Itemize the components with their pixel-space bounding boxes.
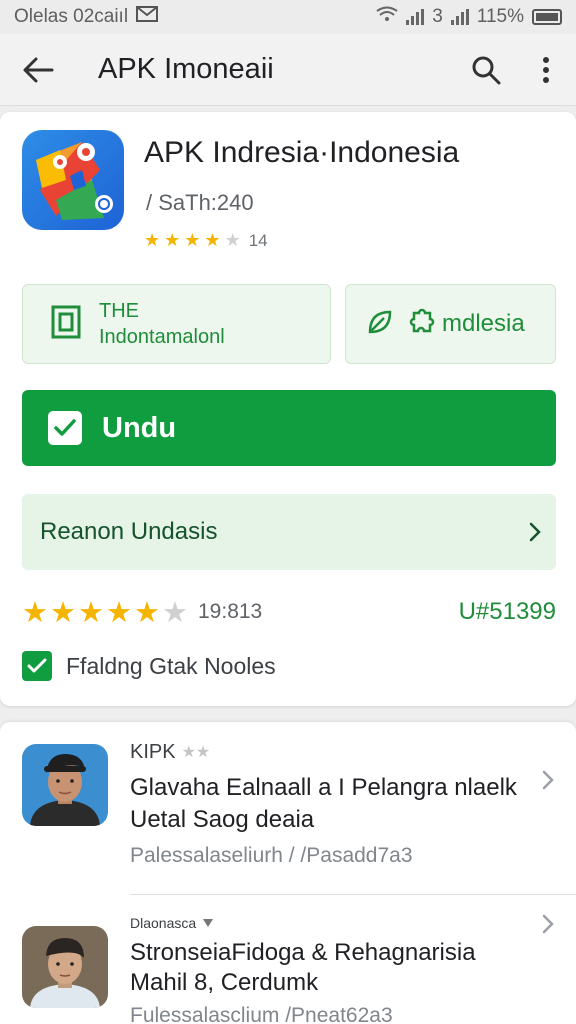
mail-icon: [136, 6, 159, 28]
checkbox-row[interactable]: Ffaldng Gtak Nooles: [22, 648, 276, 684]
signal-icon: [406, 9, 425, 25]
review-label: Reanon Undasis: [40, 518, 218, 545]
rating-row: ★ ★ ★ ★ ★ ★ 19:813 U#51399: [22, 592, 556, 632]
chevron-right-icon: [529, 522, 541, 542]
list-item-head-label: Dlaonasca: [130, 915, 197, 931]
puzzle-icon: [406, 307, 436, 342]
list-item-subtitle: Palessalaseliurh / /Pasadd7a3: [130, 844, 413, 867]
status-bar: Olelas 02caiıl 3 115%: [0, 0, 576, 34]
rating-row-count: 19:813: [198, 600, 263, 623]
info-left-line1: ТНЕ: [99, 300, 139, 322]
chevron-right-icon: [542, 914, 554, 934]
info-button-left-text: ТНЕ Indontamalonl: [99, 298, 225, 350]
more-options-button[interactable]: [516, 34, 576, 106]
list-item-text: Dlaonasca StronseiaFidoga & Rehagnarisia…: [130, 914, 530, 1024]
search-icon: [472, 56, 501, 84]
status-right-text: 3: [432, 6, 443, 27]
signal-icon-2: [450, 9, 469, 25]
avatar: [22, 744, 108, 826]
checkbox[interactable]: [22, 651, 52, 681]
download-button[interactable]: Undu: [22, 390, 556, 466]
more-vert-icon: [543, 56, 549, 83]
rating-row-code: U#51399: [458, 598, 556, 625]
arrow-left-icon: [23, 57, 54, 82]
star-icon: ★: [50, 596, 76, 629]
leaf-icon: [366, 308, 394, 341]
list-item-subtitle: Fulessalasclium /Pneat62a3: [130, 1004, 393, 1024]
star-empty-icon: ★: [224, 230, 241, 250]
info-button-left[interactable]: ТНЕ Indontamalonl: [22, 284, 331, 364]
app-detail-card: APK Indresia·Indonesia / SaTh:240 ★ ★ ★ …: [0, 112, 576, 706]
check-icon: [27, 658, 47, 673]
star-icon: ★: [22, 596, 48, 629]
download-label: Undu: [102, 411, 177, 444]
star-icon: ★: [204, 230, 221, 250]
star-empty-icon: ★: [162, 596, 188, 629]
star-icon: ★★: [181, 744, 211, 761]
app-bar: APK Imoneaii: [0, 34, 576, 106]
star-icon: ★: [106, 596, 132, 629]
tablet-icon: [51, 305, 81, 344]
page-title: APK Imoneaii: [98, 53, 274, 85]
app-name: APK Indresia·Indonesia: [144, 136, 460, 169]
info-button-right[interactable]: mdlesia: [345, 284, 556, 364]
status-left: Olelas 02caiıl: [14, 6, 159, 28]
list-item-head-label: KIPK: [130, 740, 176, 763]
wifi-icon: [376, 6, 398, 28]
back-button[interactable]: [0, 34, 76, 106]
status-left-text: Olelas 02caiıl: [14, 6, 129, 27]
list-item-title: StronseiaFidoga & Rehagnarisia Mahil 8, …: [130, 939, 476, 996]
star-icon: ★: [134, 596, 160, 629]
info-left-line2: Indontamalonl: [99, 326, 225, 348]
list-card: KIPK ★★ Glavaha Ealnaall a I Pelangra nl…: [0, 722, 576, 1024]
rating-stars: ★ ★ ★ ★ ★ ★: [22, 595, 188, 630]
list-item-title: Glavaha Ealnaall a I Pelangra nlaelk Uet…: [130, 774, 517, 833]
status-right: 3 115%: [376, 6, 562, 28]
battery-icon: [532, 9, 562, 25]
rating-count: 14: [248, 230, 268, 250]
battery-text: 115%: [476, 6, 524, 27]
app-rating: ★ ★ ★ ★ ★ 14: [144, 230, 268, 251]
app-size: / SaTh:240: [146, 190, 254, 215]
check-icon: [48, 411, 82, 445]
list-item[interactable]: Dlaonasca StronseiaFidoga & Rehagnarisia…: [0, 896, 576, 1024]
chevron-right-icon: [542, 770, 554, 790]
app-logo-icon: [22, 130, 124, 230]
star-icon: ★: [184, 230, 201, 250]
info-button-right-label: mdlesia: [442, 310, 525, 337]
checkbox-label: Ffaldng Gtak Nooles: [66, 652, 276, 679]
review-button[interactable]: Reanon Undasis: [22, 494, 556, 570]
list-item[interactable]: KIPK ★★ Glavaha Ealnaall a I Pelangra nl…: [0, 722, 576, 896]
divider: [130, 894, 576, 895]
caret-down-icon: [203, 919, 214, 927]
star-icon: ★: [164, 230, 181, 250]
star-icon: ★: [78, 596, 104, 629]
avatar: [22, 926, 108, 1008]
search-button[interactable]: [456, 34, 516, 106]
list-item-head: KIPK ★★: [130, 740, 530, 764]
star-icon: ★: [144, 230, 161, 250]
list-item-head: Dlaonasca: [130, 914, 530, 932]
list-item-text: KIPK ★★ Glavaha Ealnaall a I Pelangra nl…: [130, 740, 530, 868]
